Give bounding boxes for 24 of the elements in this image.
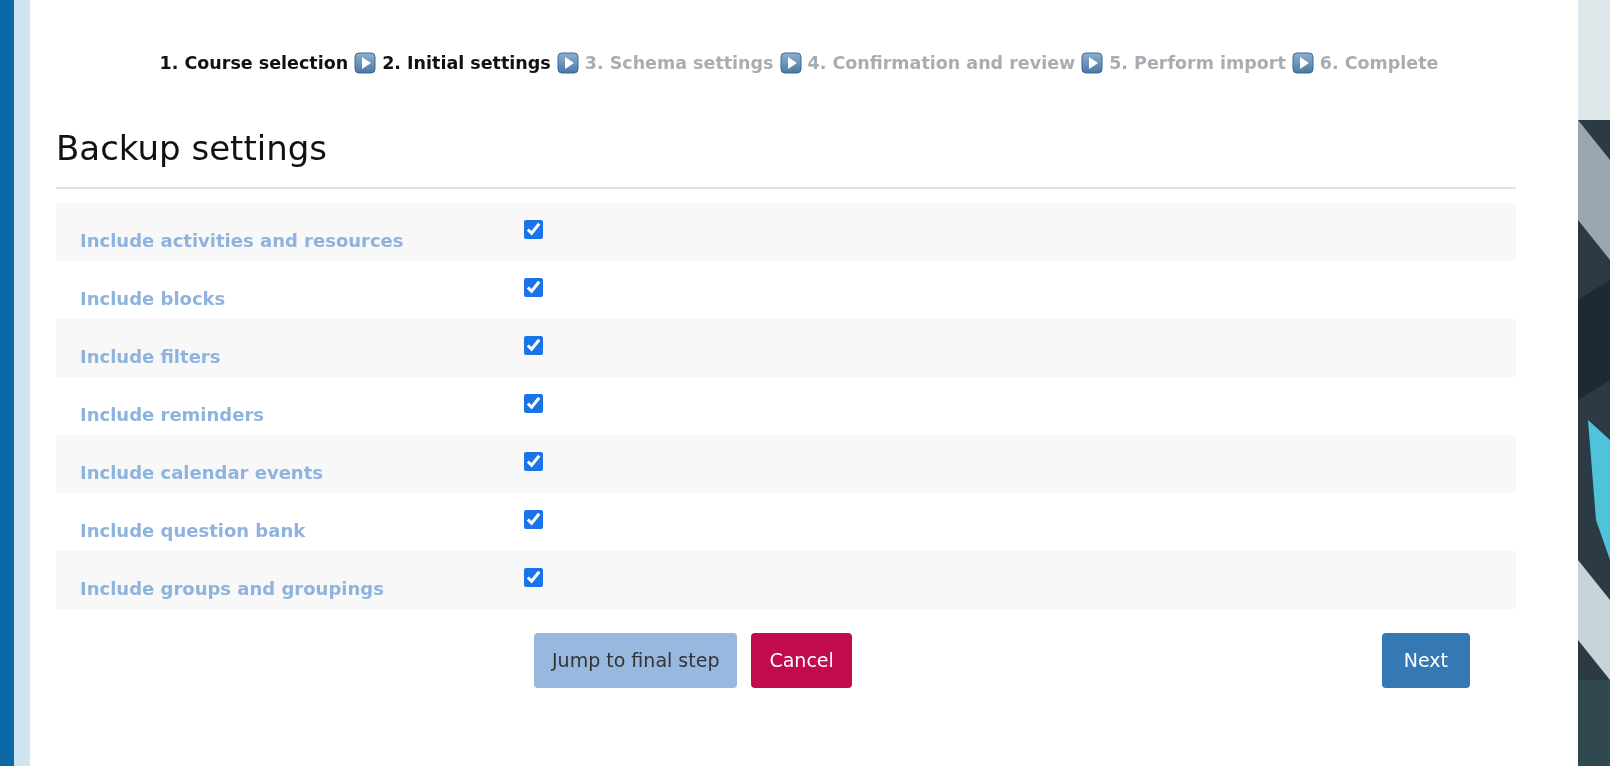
cancel-button[interactable]: Cancel	[751, 633, 852, 688]
step-label: 5. Perform import	[1109, 52, 1286, 75]
step-label: 1. Course selection	[159, 52, 349, 75]
checkbox[interactable]	[524, 568, 543, 588]
checkbox[interactable]	[524, 452, 543, 472]
step-label: 3. Schema settings	[584, 52, 774, 75]
step-label: 4. Confirmation and review	[807, 52, 1076, 75]
setting-label: Include groups and groupings	[80, 577, 385, 602]
step-label: 2. Initial settings	[382, 52, 551, 75]
checkbox[interactable]	[524, 336, 543, 356]
setting-label: Include calendar events	[80, 461, 324, 486]
checkbox[interactable]	[524, 220, 543, 240]
checkbox[interactable]	[524, 510, 543, 530]
setting-label: Include question bank	[80, 519, 307, 544]
page-heading: Backup settings	[56, 128, 1516, 190]
setting-label: Include filters	[80, 345, 222, 370]
jump-button[interactable]: Jump to final step	[534, 633, 738, 688]
step-label: 6. Complete	[1319, 52, 1439, 75]
next-button[interactable]: Next	[1381, 633, 1470, 688]
setting-label: Include activities and resources	[80, 229, 405, 254]
setting-label: Include reminders	[80, 403, 266, 428]
checkbox[interactable]	[524, 278, 543, 298]
setting-label: Include blocks	[80, 287, 227, 312]
checkbox[interactable]	[524, 394, 543, 414]
